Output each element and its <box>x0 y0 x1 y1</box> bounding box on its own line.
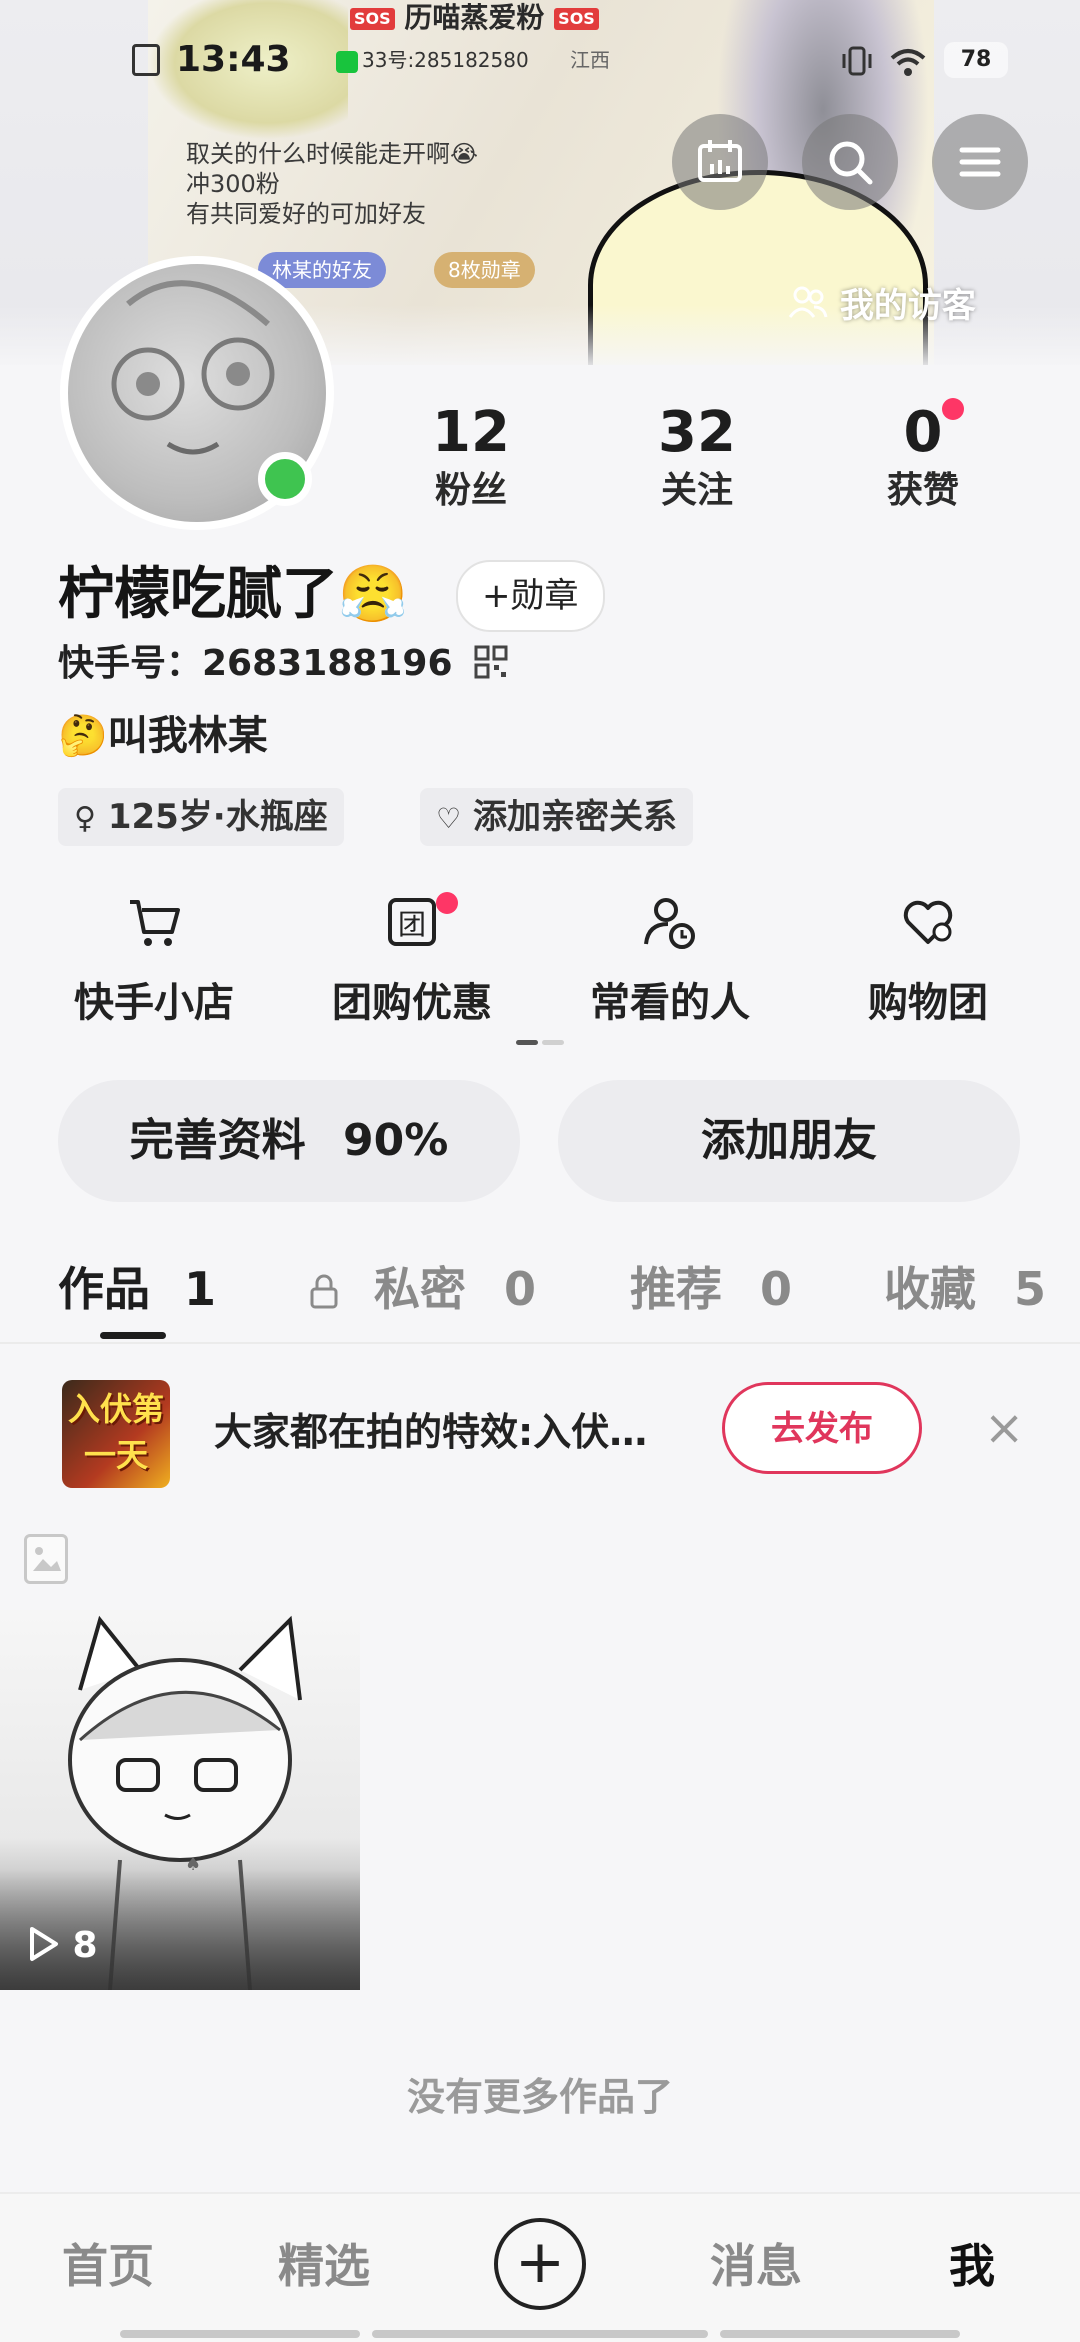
age-zodiac-label: 125岁·水瓶座 <box>107 797 328 837</box>
stat-likes-label: 获赞 <box>886 470 959 511</box>
sos-badge: SOS <box>350 8 395 30</box>
no-more-works-text: 没有更多作品了 <box>406 2075 673 2119</box>
complete-profile-button[interactable]: 完善资料 90% <box>58 1080 520 1202</box>
tab-works[interactable]: 作品 1 <box>58 1254 216 1324</box>
stat-likes-count: 0 <box>903 400 943 465</box>
nav-featured[interactable]: 精选 <box>224 2236 424 2296</box>
publish-button[interactable]: 去发布 <box>722 1382 922 1474</box>
plus-icon: + <box>514 2227 566 2297</box>
stat-following[interactable]: 32 关注 <box>612 398 782 514</box>
home-indicator <box>720 2330 960 2338</box>
vibrate-icon <box>840 44 874 78</box>
complete-profile-percent: 90% <box>343 1115 449 1166</box>
play-count: 8 <box>26 1922 98 1970</box>
shortcut-group-buy[interactable]: 团 团购优惠 <box>302 892 522 1028</box>
add-friend-button[interactable]: 添加朋友 <box>558 1080 1020 1202</box>
nav-me[interactable]: 我 <box>872 2236 1072 2296</box>
search-icon <box>829 141 873 185</box>
nav-messages[interactable]: 消息 <box>656 2236 856 2296</box>
image-icon <box>24 1534 68 1584</box>
effect-thumbnail[interactable]: 入伏第一天 <box>62 1380 170 1488</box>
close-icon[interactable]: × <box>984 1404 1024 1452</box>
banner-title-text: 历喵蒸爱粉 <box>404 1 545 34</box>
nav-home[interactable]: 首页 <box>8 2236 208 2296</box>
tab-favorites[interactable]: 收藏 5 <box>884 1254 1046 1324</box>
menu-button[interactable] <box>932 114 1028 210</box>
svg-text:团: 团 <box>398 908 426 941</box>
profile-intro: 🤔叫我林某 <box>58 713 268 759</box>
search-button[interactable] <box>802 114 898 210</box>
calendar-button[interactable] <box>672 114 768 210</box>
group-buy-notification-dot <box>436 892 458 914</box>
person-clock-icon <box>644 898 695 949</box>
banner-bio-line: 有共同爱好的可加好友 <box>186 200 426 228</box>
shortcut-label: 常看的人 <box>590 980 750 1026</box>
battery-indicator: 78 <box>944 42 1008 78</box>
age-zodiac-tag[interactable]: ♀ 125岁·水瓶座 <box>58 788 344 846</box>
add-medal-button[interactable]: +勋章 <box>456 560 605 632</box>
banner-title: SOS 历喵蒸爱粉 SOS <box>350 0 599 36</box>
likes-notification-dot <box>942 398 964 420</box>
shortcut-pager-inactive <box>542 1040 564 1045</box>
shortcut-shopping-group[interactable]: 购物团 <box>818 892 1038 1028</box>
calendar-icon <box>698 140 742 182</box>
home-indicator <box>372 2330 708 2338</box>
tabs-divider <box>0 1342 1080 1344</box>
qr-code-icon <box>474 645 508 679</box>
lock-icon <box>310 1274 338 1309</box>
stat-following-count: 32 <box>658 400 736 465</box>
status-time: 13:43 <box>176 39 291 80</box>
sos-badge: SOS <box>554 8 599 30</box>
play-icon <box>30 1927 58 1961</box>
wifi-icon <box>888 46 928 78</box>
gender-female-icon: ♀ <box>74 801 96 836</box>
stat-fans[interactable]: 12 粉丝 <box>386 398 556 514</box>
add-relationship-tag[interactable]: ♡ 添加亲密关系 <box>420 788 693 846</box>
home-indicator <box>120 2330 360 2338</box>
tab-recommended[interactable]: 推荐 0 <box>630 1254 792 1324</box>
shortcut-label: 团购优惠 <box>332 980 492 1026</box>
menu-icon <box>959 147 1001 177</box>
active-tab-indicator <box>100 1332 166 1339</box>
online-status-dot <box>258 452 312 506</box>
kuaishou-id-text: 快手号：2683188196 <box>58 643 453 684</box>
shortcut-label: 快手小店 <box>74 980 234 1026</box>
medals-chip: 8枚勋章 <box>434 252 535 288</box>
shortcut-frequent-people[interactable]: 常看的人 <box>560 892 780 1028</box>
tab-private[interactable]: 私密 0 <box>308 1254 536 1324</box>
complete-profile-label: 完善资料 <box>129 1115 306 1166</box>
status-location: 江西 <box>570 48 610 72</box>
profile-name: 柠檬吃腻了😤 <box>58 562 408 627</box>
stat-likes[interactable]: 0 获赞 <box>838 398 1008 514</box>
shortcut-pager-active <box>516 1040 538 1045</box>
add-relationship-label: 添加亲密关系 <box>472 797 677 837</box>
visitors-link[interactable]: 我的访客 <box>788 278 976 327</box>
stat-fans-count: 12 <box>432 400 510 465</box>
live-dot-icon <box>336 50 358 73</box>
hearts-icon: ♡ <box>436 802 462 835</box>
heart-group-icon <box>903 900 953 944</box>
status-room: 33号:285182580 <box>336 44 529 76</box>
sim-card-icon <box>132 44 160 76</box>
kuaishou-id[interactable]: 快手号：2683188196 <box>58 640 509 688</box>
visitors-label: 我的访客 <box>839 286 976 326</box>
stat-fans-label: 粉丝 <box>434 470 507 511</box>
create-button[interactable]: + <box>494 2218 586 2310</box>
effect-suggestion-text[interactable]: 大家都在拍的特效:入伏… <box>214 1404 694 1460</box>
shortcut-label: 购物团 <box>868 980 988 1026</box>
cart-icon <box>130 900 180 946</box>
group-buy-icon: 团 <box>388 898 436 946</box>
stat-following-label: 关注 <box>660 470 733 511</box>
visitors-icon <box>788 286 828 318</box>
shortcut-kuaishou-store[interactable]: 快手小店 <box>44 892 264 1028</box>
